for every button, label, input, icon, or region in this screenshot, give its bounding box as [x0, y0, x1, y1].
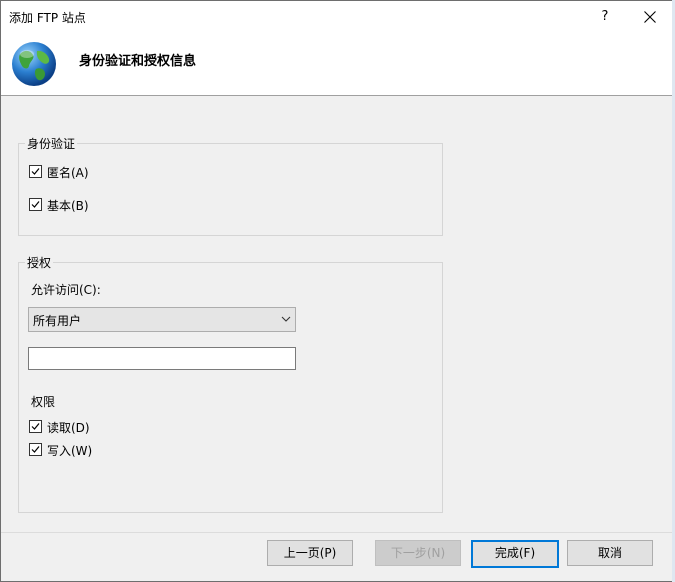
- next-button[interactable]: 下一步(N): [375, 540, 461, 566]
- read-checkbox[interactable]: [29, 420, 42, 433]
- title-bar: 添加 FTP 站点 ?: [1, 1, 674, 33]
- authorization-group: [18, 262, 443, 513]
- checkmark-icon: [31, 201, 40, 208]
- write-label: 写入(W): [47, 444, 93, 458]
- wizard-header: 身份验证和授权信息: [1, 33, 674, 96]
- previous-button[interactable]: 上一页(P): [267, 540, 353, 566]
- close-icon: [644, 11, 656, 23]
- allow-access-label: 允许访问(C):: [31, 283, 101, 297]
- checkmark-icon: [31, 446, 40, 453]
- checkmark-icon: [31, 168, 40, 175]
- checkmark-icon: [31, 423, 40, 430]
- cancel-button[interactable]: 取消: [567, 540, 653, 566]
- read-label: 读取(D): [47, 421, 90, 435]
- basic-label: 基本(B): [47, 199, 89, 213]
- authorization-group-label: 授权: [25, 254, 54, 271]
- page-title: 身份验证和授权信息: [79, 54, 197, 69]
- users-textbox[interactable]: [28, 347, 296, 370]
- allow-access-value: 所有用户: [33, 314, 82, 328]
- footer-divider: [1, 532, 674, 533]
- allow-access-dropdown[interactable]: 所有用户: [28, 307, 296, 332]
- permissions-label: 权限: [31, 395, 56, 409]
- window-title: 添加 FTP 站点: [9, 11, 86, 25]
- basic-checkbox[interactable]: [29, 198, 42, 211]
- add-ftp-site-dialog: 添加 FTP 站点 ? 身份验证和授权信息 身份验证 匿名(A) 基本(B) 授…: [0, 0, 675, 582]
- anonymous-label: 匿名(A): [47, 166, 89, 180]
- help-button[interactable]: ?: [593, 5, 617, 29]
- write-checkbox[interactable]: [29, 443, 42, 456]
- finish-button[interactable]: 完成(F): [471, 540, 559, 568]
- authentication-group: [18, 143, 443, 236]
- chevron-down-icon: [281, 316, 291, 322]
- authentication-group-label: 身份验证: [25, 135, 78, 152]
- globe-icon: [12, 42, 56, 86]
- close-button[interactable]: [638, 5, 662, 29]
- anonymous-checkbox[interactable]: [29, 165, 42, 178]
